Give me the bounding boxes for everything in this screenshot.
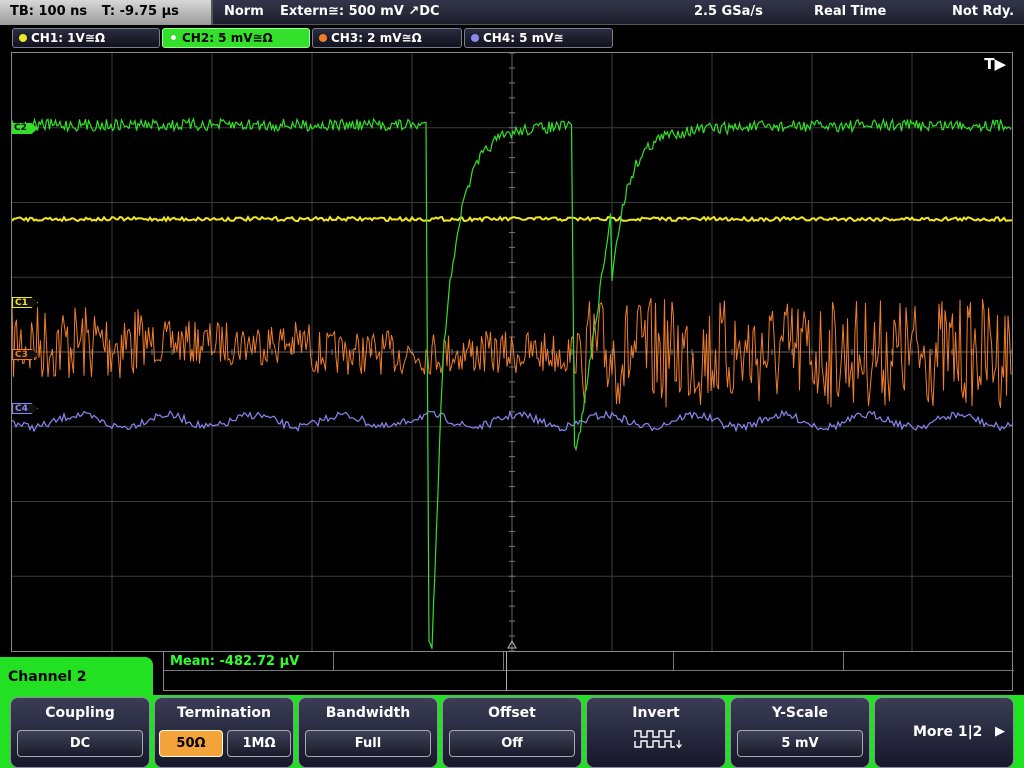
- channel-tabs: CH1: 1V≅Ω CH2: 5 mV≅Ω CH3: 2 mV≅Ω CH4: 5…: [0, 26, 1024, 50]
- menu-title: Channel 2: [0, 657, 153, 697]
- coupling-softkey[interactable]: Coupling DC: [10, 697, 150, 768]
- trigger-status: Not Rdy.: [952, 4, 1015, 19]
- mean-measurement: Mean: -482.72 µV: [170, 654, 300, 669]
- tab-ch1[interactable]: CH1: 1V≅Ω: [12, 28, 160, 48]
- tab-ch4[interactable]: CH4: 5 mV≅: [464, 28, 613, 48]
- measurement-panel: Mean: -482.72 µV: [163, 652, 1014, 691]
- ch4-label: CH4: 5 mV≅: [483, 31, 564, 45]
- yscale-value[interactable]: 5 mV: [737, 730, 863, 757]
- termination-label: Termination: [177, 705, 271, 721]
- termination-softkey[interactable]: Termination 50Ω 1MΩ: [154, 697, 294, 768]
- ch3-label: CH3: 2 mV≅Ω: [331, 31, 422, 45]
- yscale-softkey[interactable]: Y-Scale 5 mV: [730, 697, 870, 768]
- more-softkey[interactable]: More 1|2 ▶: [874, 697, 1014, 768]
- meas-cell: [504, 652, 674, 671]
- termination-1m-ohm-option[interactable]: 1MΩ: [227, 730, 291, 757]
- trigger-mode[interactable]: Norm: [224, 4, 264, 19]
- invert-waveform-icon: [634, 730, 682, 749]
- meas-cell: [674, 652, 844, 671]
- ch3-color-dot-icon: [319, 34, 327, 42]
- ch1-color-dot-icon: [19, 34, 27, 42]
- offset-softkey[interactable]: Offset Off: [442, 697, 582, 768]
- bandwidth-value[interactable]: Full: [305, 730, 431, 757]
- acquisition-mode[interactable]: Real Time: [814, 4, 886, 19]
- more-label: More 1|2: [913, 724, 983, 740]
- tab-ch3[interactable]: CH3: 2 mV≅Ω: [312, 28, 462, 48]
- center-divider: [506, 652, 507, 691]
- status-bar: TB: 100 ns T: -9.75 µs Norm Extern≅: 500…: [0, 0, 1024, 25]
- meas-cell: [334, 652, 504, 671]
- ch2-label: CH2: 5 mV≅Ω: [182, 31, 273, 45]
- waveform-canvas: [12, 53, 1012, 651]
- bandwidth-label: Bandwidth: [325, 705, 411, 721]
- coupling-label: Coupling: [45, 705, 115, 721]
- invert-label: Invert: [632, 705, 680, 721]
- termination-50-ohm-option[interactable]: 50Ω: [159, 730, 223, 757]
- timebase-value: TB: 100 ns: [10, 4, 88, 19]
- offset-label: Offset: [488, 705, 536, 721]
- yscale-label: Y-Scale: [771, 705, 828, 721]
- waveform-display[interactable]: T▶ C2 C1 C3 C4: [11, 52, 1013, 652]
- invert-softkey[interactable]: Invert: [586, 697, 726, 768]
- trigger-position-indicator: T▶: [984, 55, 1006, 73]
- trigger-source[interactable]: Extern≅: 500 mV ↗DC: [280, 4, 440, 19]
- meas-cell: [844, 652, 1014, 671]
- ch2-color-dot-icon: [169, 33, 178, 42]
- next-page-arrow-icon: ▶: [995, 724, 1005, 739]
- ch4-color-dot-icon: [471, 34, 479, 42]
- timebase-box[interactable]: TB: 100 ns T: -9.75 µs: [0, 0, 213, 25]
- trigger-time-value: T: -9.75 µs: [101, 4, 179, 19]
- ch1-label: CH1: 1V≅Ω: [31, 31, 106, 45]
- bandwidth-softkey[interactable]: Bandwidth Full: [298, 697, 438, 768]
- coupling-value[interactable]: DC: [17, 730, 143, 757]
- offset-value[interactable]: Off: [449, 730, 575, 757]
- sample-rate[interactable]: 2.5 GSa/s: [694, 4, 763, 19]
- tab-ch2[interactable]: CH2: 5 mV≅Ω: [162, 28, 310, 48]
